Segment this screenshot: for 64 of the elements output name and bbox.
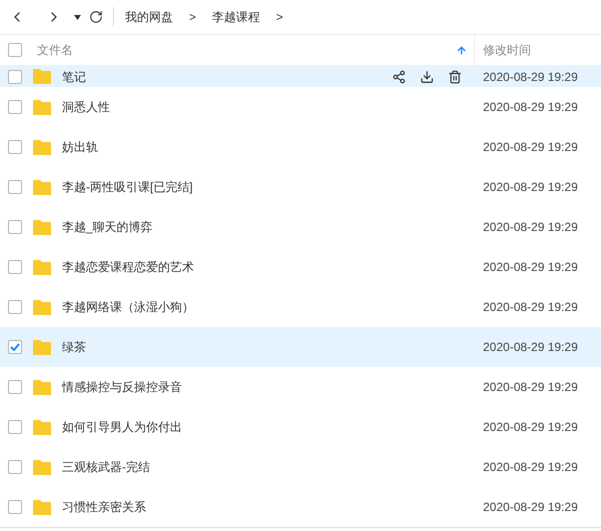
file-name[interactable]: 情感操控与反操控录音 xyxy=(62,378,474,396)
delete-icon[interactable] xyxy=(448,70,462,84)
breadcrumb-link[interactable]: 李越课程 xyxy=(212,8,260,26)
modified-date: 2020-08-29 19:29 xyxy=(483,179,579,196)
checkbox[interactable] xyxy=(8,300,22,314)
sort-arrow-icon[interactable] xyxy=(456,44,467,56)
modified-date: 2020-08-29 19:29 xyxy=(483,299,579,316)
file-name[interactable]: 妨出轨 xyxy=(62,138,474,156)
modified-date: 2020-08-29 19:29 xyxy=(483,379,579,396)
modified-date: 2020-08-29 19:29 xyxy=(483,499,579,516)
check-icon xyxy=(10,343,20,351)
checkbox[interactable] xyxy=(8,420,22,434)
checkbox[interactable] xyxy=(8,100,22,114)
modified-date: 2020-08-29 19:29 xyxy=(483,259,579,276)
file-name[interactable]: 李越-两性吸引课[已完结] xyxy=(62,178,474,196)
checkbox[interactable] xyxy=(8,380,22,394)
breadcrumb-link[interactable]: 我的网盘 xyxy=(125,8,173,26)
modified-date: 2020-08-29 19:29 xyxy=(483,219,579,236)
checkbox[interactable] xyxy=(8,70,22,84)
folder-icon xyxy=(32,498,52,516)
checkbox[interactable] xyxy=(8,180,22,194)
file-name[interactable]: 李越_聊天的博弈 xyxy=(62,218,474,236)
checkbox[interactable] xyxy=(8,140,22,154)
dropdown-icon[interactable] xyxy=(74,14,81,20)
file-name[interactable]: 李越恋爱课程恋爱的艺术 xyxy=(62,258,474,276)
file-name[interactable]: 习惯性亲密关系 xyxy=(62,498,474,516)
file-row[interactable]: 绿茶 2020-08-29 19:29 xyxy=(0,327,601,367)
folder-icon xyxy=(32,98,52,116)
checkbox[interactable] xyxy=(8,340,22,354)
breadcrumb-separator: > xyxy=(276,9,284,26)
modified-date: 2020-08-29 19:29 xyxy=(483,419,579,436)
download-icon[interactable] xyxy=(420,70,434,84)
checkbox[interactable] xyxy=(8,260,22,274)
modified-date: 2020-08-29 19:29 xyxy=(483,99,579,116)
breadcrumb-separator: > xyxy=(189,9,196,26)
folder-icon xyxy=(32,258,52,276)
file-name[interactable]: 李越网络课（泳湿小狗） xyxy=(62,298,474,316)
folder-icon xyxy=(32,68,52,85)
refresh-button[interactable] xyxy=(89,10,103,24)
modified-date: 2020-08-29 19:29 xyxy=(483,459,579,476)
modified-date: 2020-08-29 19:29 xyxy=(483,139,579,156)
checkbox[interactable] xyxy=(8,220,22,234)
modified-date: 2020-08-29 19:29 xyxy=(483,339,579,356)
folder-icon xyxy=(32,458,52,476)
folder-icon xyxy=(32,338,52,356)
file-name[interactable]: 洞悉人性 xyxy=(62,98,474,116)
folder-icon xyxy=(32,378,52,396)
folder-icon xyxy=(32,138,52,156)
file-row[interactable]: 笔记 2020-08-29 19:29 xyxy=(0,66,601,87)
file-name[interactable]: 三观核武器-完结 xyxy=(62,458,474,476)
file-name[interactable]: 笔记 xyxy=(62,68,392,86)
share-icon[interactable] xyxy=(392,70,406,84)
column-header[interactable]: 文件名 xyxy=(37,41,456,59)
file-name[interactable]: 绿茶 xyxy=(62,338,474,356)
file-name[interactable]: 如何引导男人为你付出 xyxy=(62,418,474,436)
checkbox[interactable] xyxy=(8,500,22,514)
folder-icon xyxy=(32,178,52,196)
folder-icon xyxy=(32,418,52,436)
checkbox[interactable] xyxy=(8,460,22,474)
folder-icon xyxy=(32,298,52,316)
column-header[interactable]: 修改时间 xyxy=(483,41,601,59)
modified-date: 2020-08-29 19:29 xyxy=(483,68,579,86)
folder-icon xyxy=(32,218,52,236)
checkbox[interactable] xyxy=(8,43,22,57)
